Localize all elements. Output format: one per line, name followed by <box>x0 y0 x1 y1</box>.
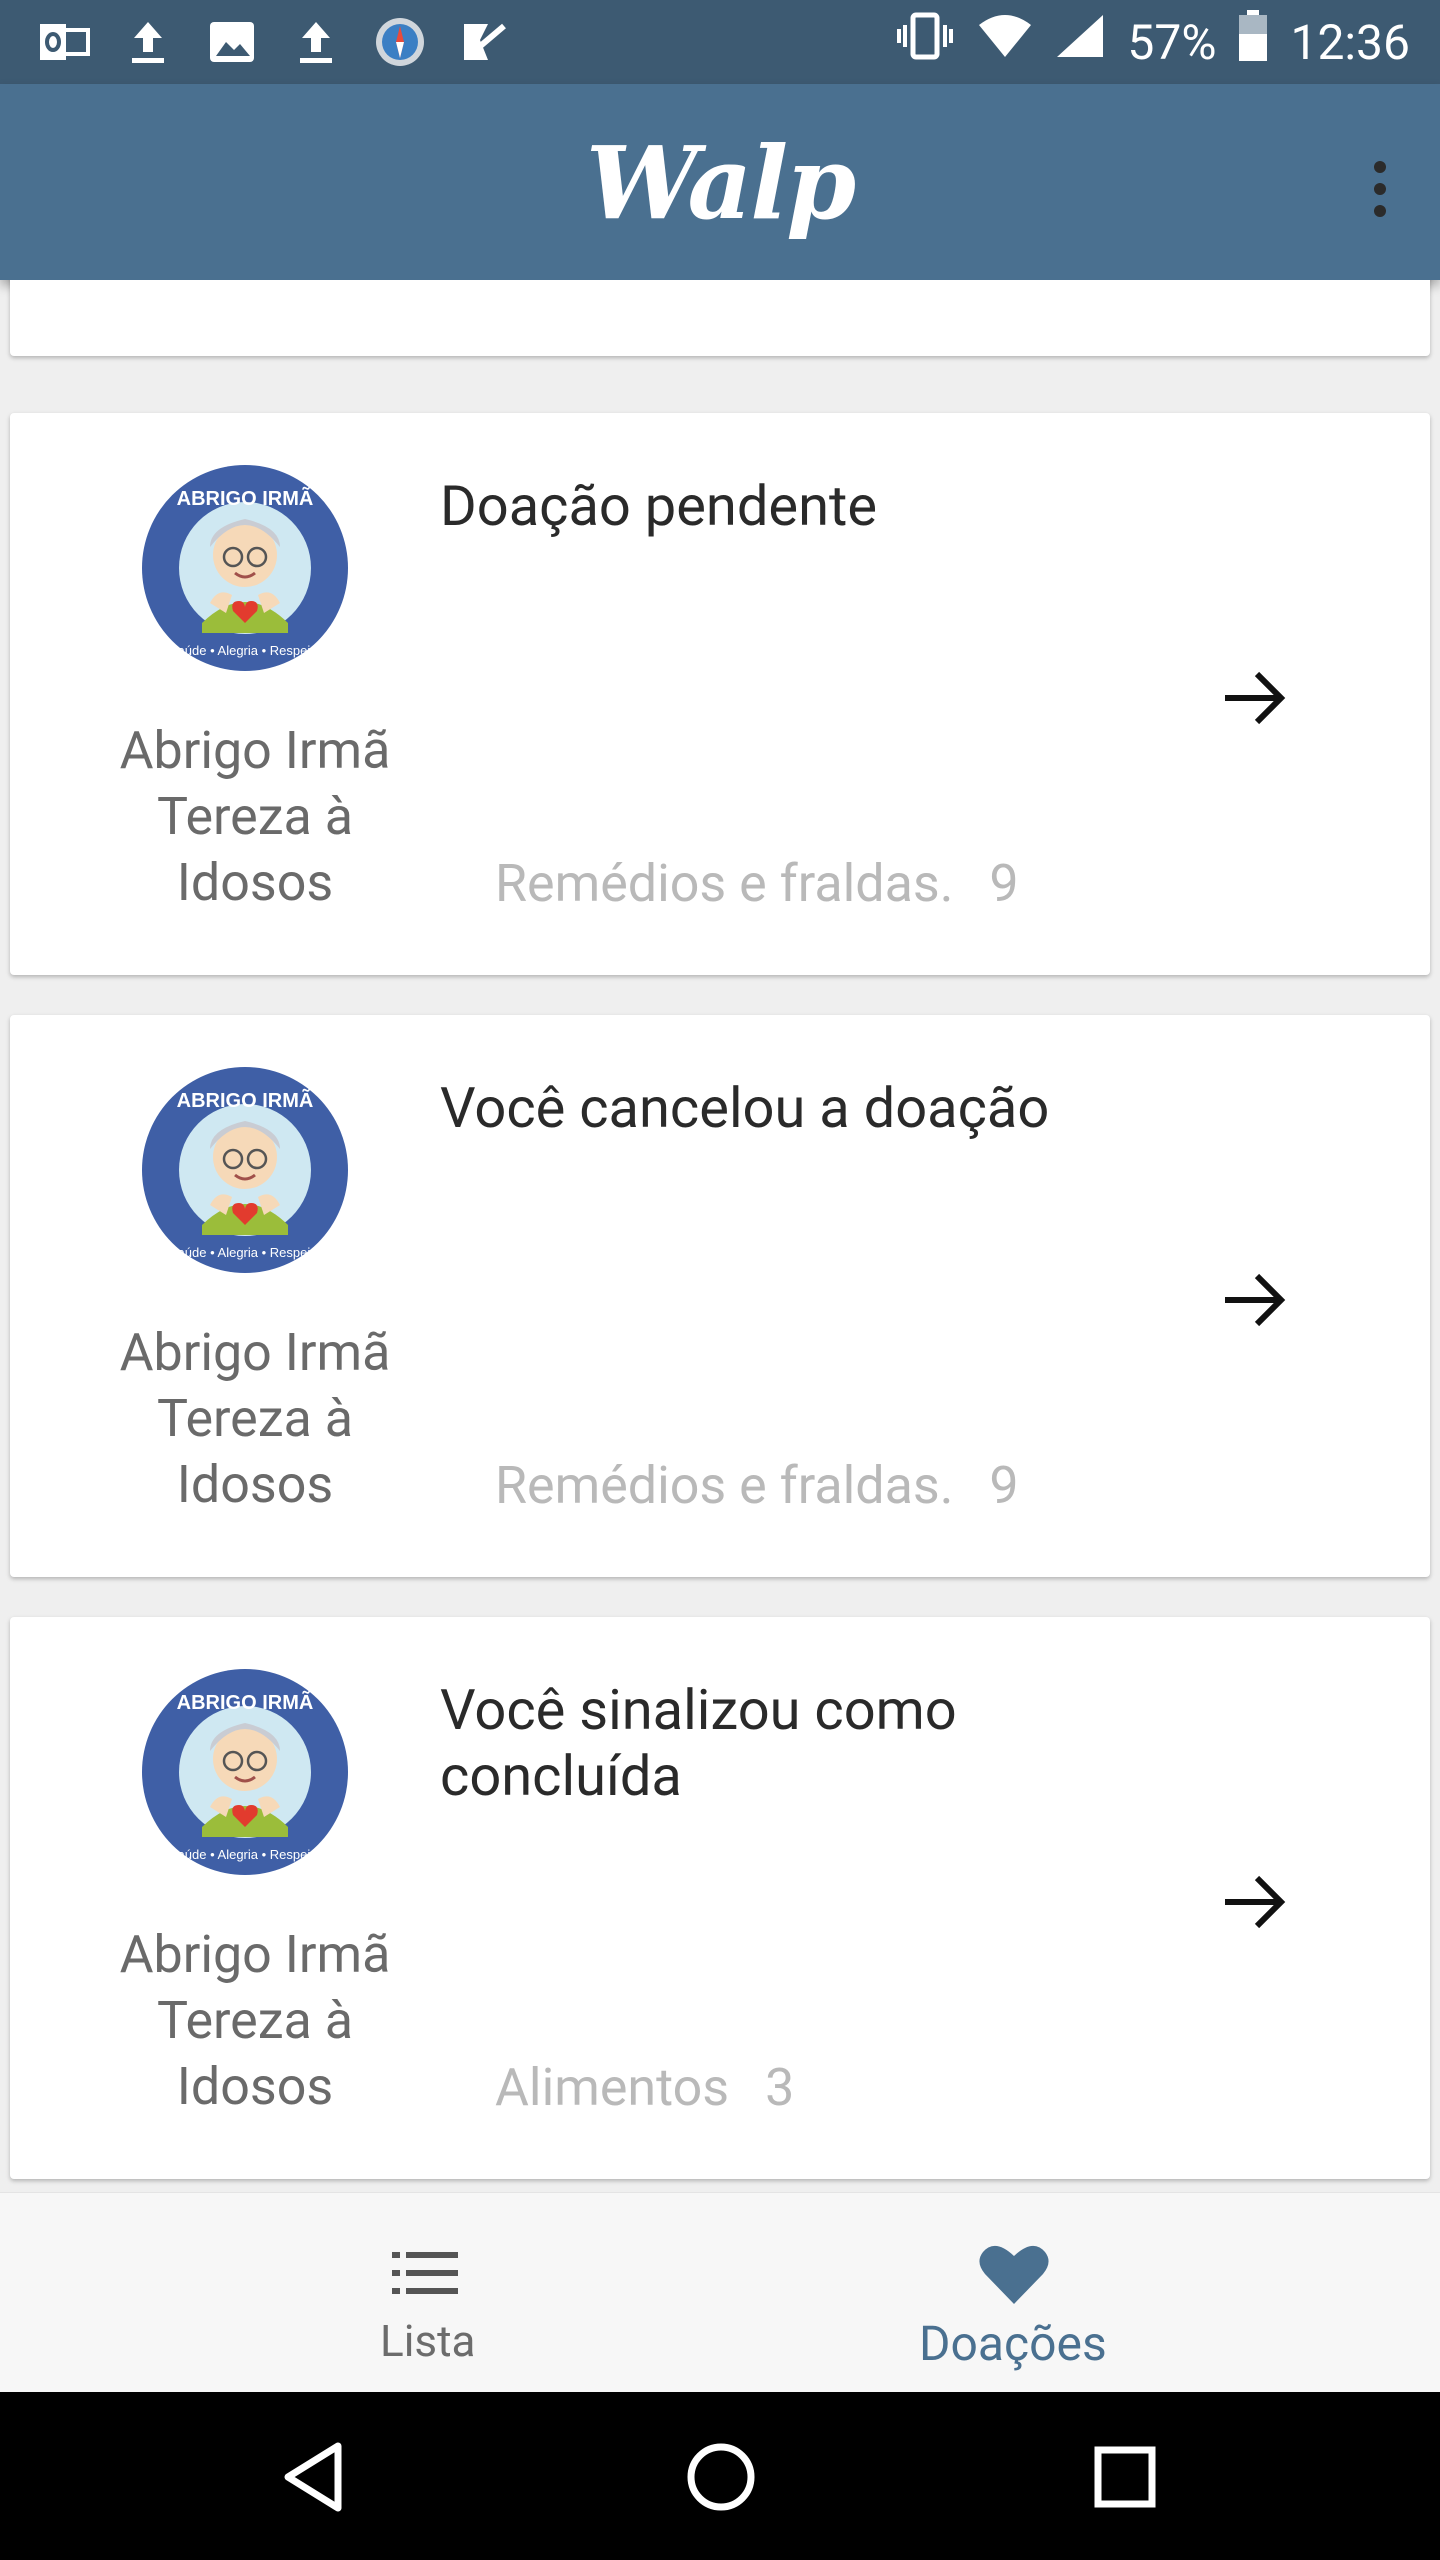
app-logo: Walp <box>585 124 856 242</box>
svg-text:Saúde • Alegria • Respeito: Saúde • Alegria • Respeito <box>169 1847 321 1862</box>
donation-items: Remédios e fraldas. 9 <box>495 853 1019 914</box>
svg-text:ABRIGO IRMÃ: ABRIGO IRMÃ <box>177 1691 314 1714</box>
app-bar: Walp <box>0 84 1440 280</box>
wifi-icon <box>977 13 1033 71</box>
arrow-forward-icon[interactable] <box>1215 658 1295 738</box>
bottom-navigation: Lista Doações <box>0 2192 1440 2393</box>
signal-icon <box>1055 13 1105 71</box>
donation-status: Você cancelou a doação <box>440 1075 1050 1141</box>
donation-status: Você sinalizou como concluída <box>440 1677 957 1809</box>
status-bar: 57% 12:36 <box>0 0 1440 84</box>
system-navigation-bar <box>0 2392 1440 2560</box>
org-name: Abrigo Irmã Tereza à Idosos <box>119 1322 391 1515</box>
arrow-forward-icon[interactable] <box>1215 1862 1295 1942</box>
recents-icon[interactable] <box>1080 2432 1170 2522</box>
todo-check-icon <box>456 14 512 70</box>
svg-text:Saúde • Alegria • Respeito: Saúde • Alegria • Respeito <box>169 1245 321 1260</box>
donation-card-partial[interactable] <box>10 280 1430 356</box>
system-status: 57% 12:36 <box>895 10 1410 73</box>
org-logo: ABRIGO IRMÃ Saúde • Alegria • Respeito <box>140 1065 350 1275</box>
org-logo: ABRIGO IRMÃ Saúde • Alegria • Respeito <box>140 1667 350 1877</box>
items-count: 9 <box>989 853 1019 914</box>
svg-text:ABRIGO IRMÃ: ABRIGO IRMÃ <box>177 487 314 510</box>
more-vert-icon[interactable] <box>1350 144 1410 234</box>
donation-card[interactable]: ABRIGO IRMÃ Saúde • Alegria • Respeito A… <box>10 1617 1430 2179</box>
notification-icons <box>36 14 512 70</box>
items-description: Remédios e fraldas. <box>495 1455 954 1516</box>
battery-percent: 57% <box>1127 13 1217 71</box>
tab-doacoes[interactable]: Doações <box>655 2193 1375 2393</box>
image-icon <box>204 14 260 70</box>
clock: 12:36 <box>1290 13 1410 71</box>
upload-icon <box>120 14 176 70</box>
org-name: Abrigo Irmã Tereza à Idosos <box>119 1924 391 2117</box>
heart-icon <box>977 2233 1375 2313</box>
items-count: 9 <box>989 1455 1019 1516</box>
upload-icon <box>288 14 344 70</box>
items-description: Alimentos <box>495 2057 730 2118</box>
compass-icon <box>372 14 428 70</box>
org-name: Abrigo Irmã Tereza à Idosos <box>119 720 391 913</box>
outlook-icon <box>36 14 92 70</box>
battery-icon <box>1238 10 1268 74</box>
donation-card[interactable]: ABRIGO IRMÃ Saúde • Alegria • Respeito A… <box>10 413 1430 975</box>
donation-items: Remédios e fraldas. 9 <box>495 1455 1019 1516</box>
donation-card[interactable]: ABRIGO IRMÃ Saúde • Alegria • Respeito A… <box>10 1015 1430 1577</box>
home-icon[interactable] <box>676 2432 766 2522</box>
donation-status: Doação pendente <box>440 473 878 539</box>
arrow-forward-icon[interactable] <box>1215 1260 1295 1340</box>
donation-list[interactable]: ABRIGO IRMÃ Saúde • Alegria • Respeito A… <box>0 280 1440 2192</box>
svg-text:ABRIGO IRMÃ: ABRIGO IRMÃ <box>177 1089 314 1112</box>
vibrate-icon <box>895 11 955 73</box>
back-icon[interactable] <box>270 2432 360 2522</box>
tab-label: Doações <box>919 2315 1107 2372</box>
org-logo: ABRIGO IRMÃ Saúde • Alegria • Respeito <box>140 463 350 673</box>
items-description: Remédios e fraldas. <box>495 853 954 914</box>
items-count: 3 <box>765 2057 795 2118</box>
donation-items: Alimentos 3 <box>495 2057 794 2118</box>
svg-text:Saúde • Alegria • Respeito: Saúde • Alegria • Respeito <box>169 643 321 658</box>
